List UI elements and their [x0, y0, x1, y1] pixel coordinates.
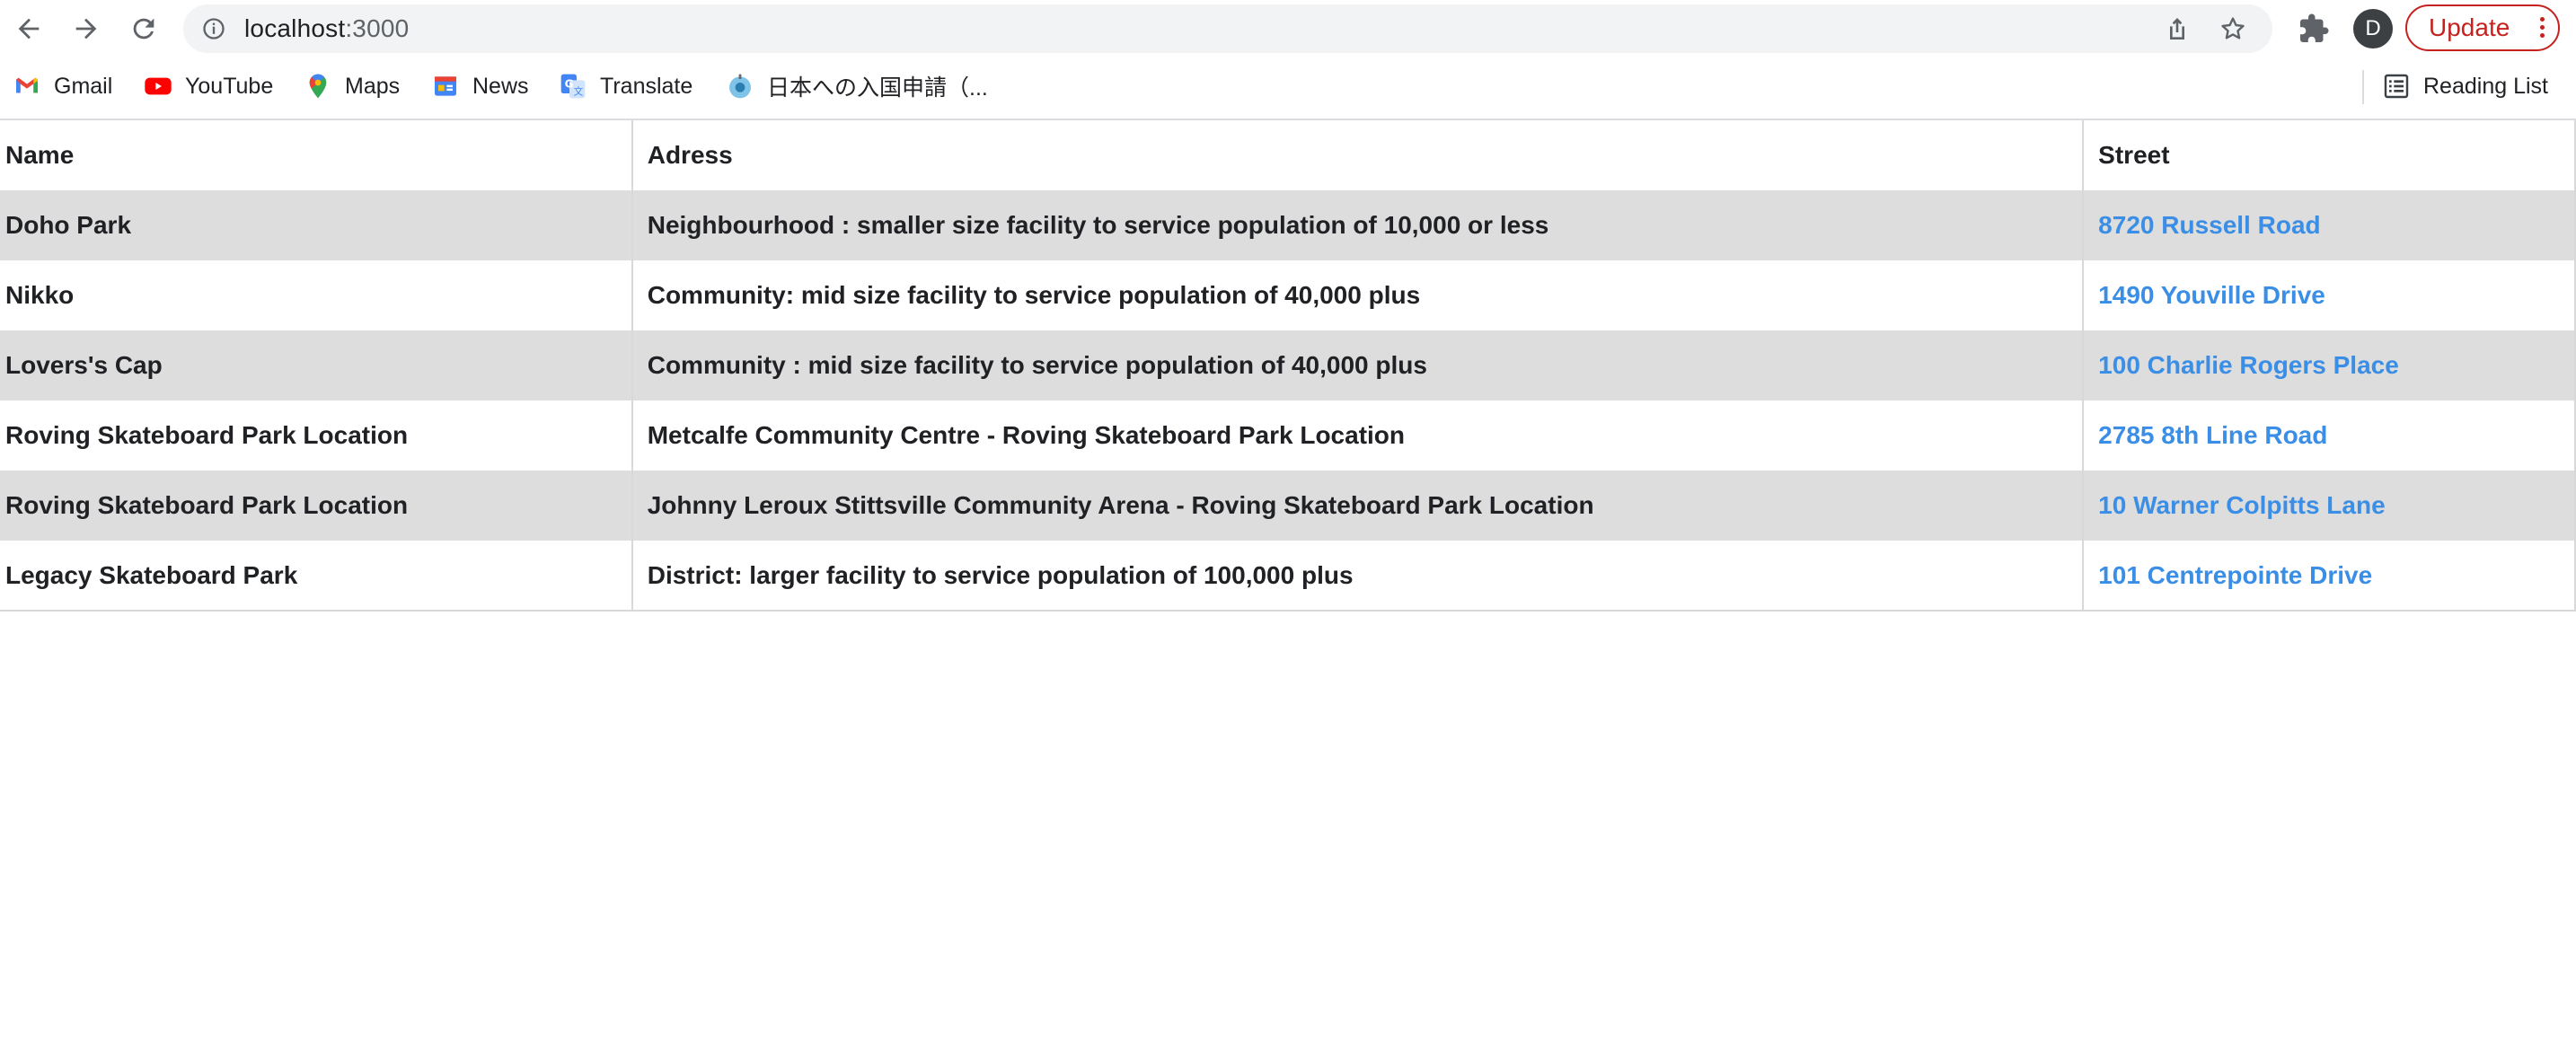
cell-name: Lovers's Cap: [0, 330, 633, 400]
reading-list-button[interactable]: Reading List: [2382, 68, 2548, 104]
table-row: Legacy Skateboard Park District: larger …: [0, 541, 2576, 612]
extensions-icon[interactable]: [2298, 13, 2330, 45]
parks-table: Name Adress Street Doho Park Neighbourho…: [0, 120, 2576, 612]
bookmark-youtube[interactable]: YouTube: [144, 68, 273, 104]
maps-icon: [309, 74, 327, 99]
news-icon: [435, 76, 456, 96]
table-row: Roving Skateboard Park Location Johnny L…: [0, 471, 2576, 541]
cell-address: Johnny Leroux Stittsville Community Aren…: [631, 471, 2085, 541]
gmail-icon: [16, 77, 38, 93]
address-bar[interactable]: localhost:3000: [183, 4, 2272, 53]
cell-street: 10 Warner Colpitts Lane: [2082, 471, 2576, 541]
bookmark-maps[interactable]: Maps: [304, 68, 400, 104]
url-text[interactable]: localhost:3000: [244, 4, 409, 53]
browser-toolbar: localhost:3000 D Update: [0, 0, 2576, 57]
cell-street: 1490 Youville Drive: [2082, 260, 2576, 330]
reload-icon: [133, 18, 154, 40]
profile-avatar[interactable]: D: [2353, 9, 2393, 48]
arrow-left-icon: [18, 18, 40, 40]
bookmark-label: Translate: [600, 73, 693, 99]
bookmark-label: News: [472, 73, 529, 99]
reload-button[interactable]: [126, 11, 162, 47]
bookmark-news[interactable]: News: [431, 68, 529, 104]
cell-street: 2785 8th Line Road: [2082, 400, 2576, 471]
cell-street: 100 Charlie Rogers Place: [2082, 330, 2576, 400]
info-icon[interactable]: [201, 16, 226, 41]
url-port: :3000: [345, 14, 410, 42]
svg-text:G: G: [565, 77, 574, 90]
bookmark-label: Gmail: [54, 73, 113, 99]
cell-name: Roving Skateboard Park Location: [0, 400, 633, 471]
table-row: Lovers's Cap Community : mid size facili…: [0, 330, 2576, 400]
bookmark-gmail[interactable]: Gmail: [13, 68, 112, 104]
bookmark-label: Maps: [345, 73, 401, 99]
cell-name: Doho Park: [0, 190, 633, 260]
bookmark-translate[interactable]: G文 Translate: [559, 68, 693, 104]
update-label: Update: [2429, 13, 2510, 41]
bookmark-label: YouTube: [185, 73, 274, 99]
bookmarks-separator: [2362, 70, 2364, 104]
back-button[interactable]: [11, 11, 47, 47]
street-link[interactable]: 101 Centrepointe Drive: [2098, 561, 2372, 589]
cell-street: 101 Centrepointe Drive: [2082, 541, 2576, 612]
header-name: Name: [0, 120, 633, 190]
cell-address: Community: mid size facility to service …: [631, 260, 2085, 330]
forward-button[interactable]: [68, 11, 104, 47]
table-header-row: Name Adress Street: [0, 120, 2576, 190]
cell-name: Legacy Skateboard Park: [0, 541, 633, 612]
cell-name: Roving Skateboard Park Location: [0, 471, 633, 541]
star-icon[interactable]: [2219, 14, 2247, 43]
header-address: Adress: [631, 120, 2085, 190]
street-link[interactable]: 100 Charlie Rogers Place: [2098, 351, 2399, 379]
bookmark-label: 日本への入国申請（...: [767, 75, 988, 101]
cell-name: Nikko: [0, 260, 633, 330]
reading-list-label: Reading List: [2423, 73, 2548, 99]
table-row: Nikko Community: mid size facility to se…: [0, 260, 2576, 330]
street-link[interactable]: 8720 Russell Road: [2098, 211, 2320, 239]
cell-address: Community : mid size facility to service…: [631, 330, 2085, 400]
share-icon[interactable]: [2163, 14, 2192, 43]
header-street: Street: [2082, 120, 2576, 190]
cell-address: Neighbourhood : smaller size facility to…: [631, 190, 2085, 260]
table-row: Roving Skateboard Park Location Metcalfe…: [0, 400, 2576, 471]
svg-text:文: 文: [574, 85, 584, 97]
reading-list-icon: [2384, 74, 2409, 99]
street-link[interactable]: 2785 8th Line Road: [2098, 421, 2327, 449]
more-vert-icon[interactable]: [2538, 17, 2545, 39]
youtube-icon: [145, 77, 172, 95]
bookmarks-bar: Gmail YouTube Maps News G文 Translate 日本へ…: [0, 57, 2576, 120]
update-button[interactable]: Update: [2405, 4, 2560, 51]
cell-address: Metcalfe Community Centre - Roving Skate…: [631, 400, 2085, 471]
cell-address: District: larger facility to service pop…: [631, 541, 2085, 612]
street-link[interactable]: 10 Warner Colpitts Lane: [2098, 491, 2385, 519]
cell-street: 8720 Russell Road: [2082, 190, 2576, 260]
url-host: localhost: [244, 14, 346, 42]
globe-icon: [729, 74, 751, 99]
translate-icon: G文: [560, 74, 586, 99]
bookmark-japan-entry[interactable]: 日本への入国申請（...: [726, 68, 988, 104]
street-link[interactable]: 1490 Youville Drive: [2098, 281, 2325, 309]
table-row: Doho Park Neighbourhood : smaller size f…: [0, 190, 2576, 260]
arrow-right-icon: [75, 18, 97, 40]
